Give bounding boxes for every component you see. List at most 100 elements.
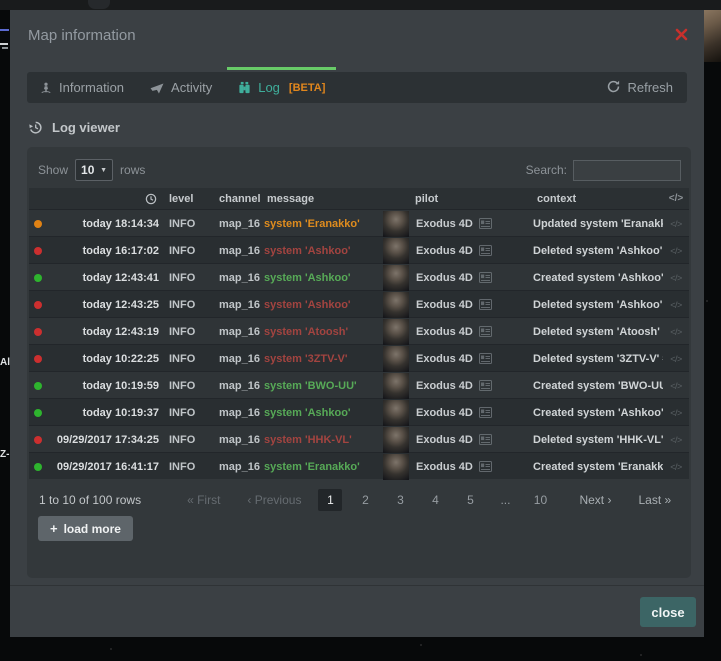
load-more-label: load more	[64, 522, 121, 536]
id-card-icon[interactable]	[479, 380, 492, 391]
load-more-button[interactable]: + load more	[38, 516, 133, 541]
code-icon[interactable]: </>	[663, 381, 689, 391]
code-icon[interactable]: </>	[663, 246, 689, 256]
header-context[interactable]: context	[533, 193, 663, 205]
pilot-name: Exodus 4D	[416, 380, 473, 392]
table-body: today 18:14:34 INFO map_16 system 'Erana…	[29, 209, 689, 479]
close-button[interactable]: close	[640, 597, 696, 627]
pagination-page-5[interactable]: 5	[458, 489, 482, 511]
pilot-cell: Exodus 4D	[383, 453, 533, 480]
header-channel[interactable]: channel	[215, 193, 263, 205]
pagination-page-1[interactable]: 1	[318, 489, 342, 511]
log-channel: map_16	[215, 380, 263, 392]
id-card-icon[interactable]	[479, 461, 492, 472]
log-message: system 'Atoosh'	[263, 326, 383, 338]
tab-information[interactable]: Information	[27, 72, 137, 103]
background-portrait-fragment	[703, 10, 721, 62]
pagination-page-10[interactable]: 10	[528, 489, 552, 511]
table-row[interactable]: today 12:43:25 INFO map_16 system 'Ashko…	[29, 290, 689, 317]
code-icon[interactable]: </>	[663, 300, 689, 310]
table-row[interactable]: today 10:22:25 INFO map_16 system '3ZTV-…	[29, 344, 689, 371]
refresh-button[interactable]: Refresh	[607, 80, 687, 96]
chevron-down-icon: ▼	[100, 167, 107, 174]
log-context: Deleted system 'Atoosh' #...	[533, 326, 663, 338]
dialog-footer: close	[10, 585, 704, 637]
log-channel: map_16	[215, 407, 263, 419]
pagination-previous[interactable]: ‹ Previous	[247, 493, 301, 507]
pagination-next[interactable]: Next ›	[579, 493, 611, 507]
background-star	[640, 654, 642, 656]
code-icon[interactable]: </>	[663, 327, 689, 337]
pilot-avatar	[383, 373, 409, 399]
id-card-icon[interactable]	[479, 218, 492, 229]
pagination-page-2[interactable]: 2	[353, 489, 377, 511]
id-card-icon[interactable]	[479, 299, 492, 310]
log-channel: map_16	[215, 218, 263, 230]
header-message[interactable]: message	[263, 193, 383, 205]
dialog-title: Map information	[28, 27, 136, 44]
code-icon[interactable]: </>	[663, 354, 689, 364]
log-context: Created system 'Ashkoo' ...	[533, 272, 663, 284]
log-level: INFO	[165, 461, 215, 473]
table-row[interactable]: today 10:19:37 INFO map_16 system 'Ashko…	[29, 398, 689, 425]
log-level: INFO	[165, 407, 215, 419]
page-size-select[interactable]: 10 ▼	[75, 159, 113, 181]
pilot-cell: Exodus 4D	[383, 399, 533, 426]
search-label: Search:	[526, 163, 567, 177]
log-time: today 12:43:41	[47, 272, 165, 284]
dialog-tabbar: Information Activity Log [BETA] Refresh	[27, 72, 687, 103]
clock-icon[interactable]	[47, 193, 165, 205]
close-icon[interactable]	[675, 28, 688, 41]
pilot-cell: Exodus 4D	[383, 291, 533, 318]
table-row[interactable]: 09/29/2017 16:41:17 INFO map_16 system '…	[29, 452, 689, 479]
log-message: system 'Eranakko'	[263, 218, 383, 230]
log-context: Deleted system 'Ashkoo' ...	[533, 299, 663, 311]
id-card-icon[interactable]	[479, 326, 492, 337]
code-icon[interactable]: </>	[663, 408, 689, 418]
log-context: Deleted system '3ZTV-V' #...	[533, 353, 663, 365]
log-context: Created system 'Ashkoo' ...	[533, 407, 663, 419]
pagination-last[interactable]: Last »	[638, 493, 671, 507]
table-row[interactable]: today 18:14:34 INFO map_16 system 'Erana…	[29, 209, 689, 236]
tab-label: Log	[258, 80, 280, 95]
header-pilot[interactable]: pilot	[383, 193, 533, 205]
pagination-summary: 1 to 10 of 100 rows	[39, 493, 141, 507]
log-time: today 18:14:34	[47, 218, 165, 230]
pilot-avatar	[383, 319, 409, 345]
log-message: system 'Ashkoo'	[263, 245, 383, 257]
code-icon[interactable]: </>	[663, 462, 689, 472]
log-context: Created system 'Eranakko...	[533, 461, 663, 473]
header-level[interactable]: level	[165, 193, 215, 205]
table-row[interactable]: today 12:43:41 INFO map_16 system 'Ashko…	[29, 263, 689, 290]
table-controls: Show 10 ▼ rows Search:	[38, 158, 681, 182]
pilot-avatar	[383, 454, 409, 480]
id-card-icon[interactable]	[479, 272, 492, 283]
code-icon[interactable]: </>	[663, 435, 689, 445]
id-card-icon[interactable]	[479, 245, 492, 256]
id-card-icon[interactable]	[479, 353, 492, 364]
table-row[interactable]: today 10:19:59 INFO map_16 system 'BWO-U…	[29, 371, 689, 398]
pilot-cell: Exodus 4D	[383, 345, 533, 372]
table-row[interactable]: today 12:43:19 INFO map_16 system 'Atoos…	[29, 317, 689, 344]
pagination-page-4[interactable]: 4	[423, 489, 447, 511]
id-card-icon[interactable]	[479, 434, 492, 445]
pagination-page-3[interactable]: 3	[388, 489, 412, 511]
log-level: INFO	[165, 272, 215, 284]
table-row[interactable]: 09/29/2017 17:34:25 INFO map_16 system '…	[29, 425, 689, 452]
background-system-label: Z-	[0, 449, 9, 460]
pilot-name: Exodus 4D	[416, 272, 473, 284]
search-input[interactable]	[573, 160, 681, 181]
log-message: system 'Eranakko'	[263, 461, 383, 473]
pilot-name: Exodus 4D	[416, 434, 473, 446]
background-star	[706, 300, 708, 302]
id-card-icon[interactable]	[479, 407, 492, 418]
pagination-first[interactable]: « First	[187, 493, 220, 507]
table-row[interactable]: today 16:17:02 INFO map_16 system 'Ashko…	[29, 236, 689, 263]
tab-activity[interactable]: Activity	[137, 72, 225, 103]
code-icon[interactable]: </>	[663, 219, 689, 229]
tab-label: Activity	[171, 80, 212, 95]
code-icon[interactable]: </>	[663, 273, 689, 283]
pilot-cell: Exodus 4D	[383, 237, 533, 264]
pilot-avatar	[383, 265, 409, 291]
tab-log[interactable]: Log [BETA]	[225, 72, 338, 103]
